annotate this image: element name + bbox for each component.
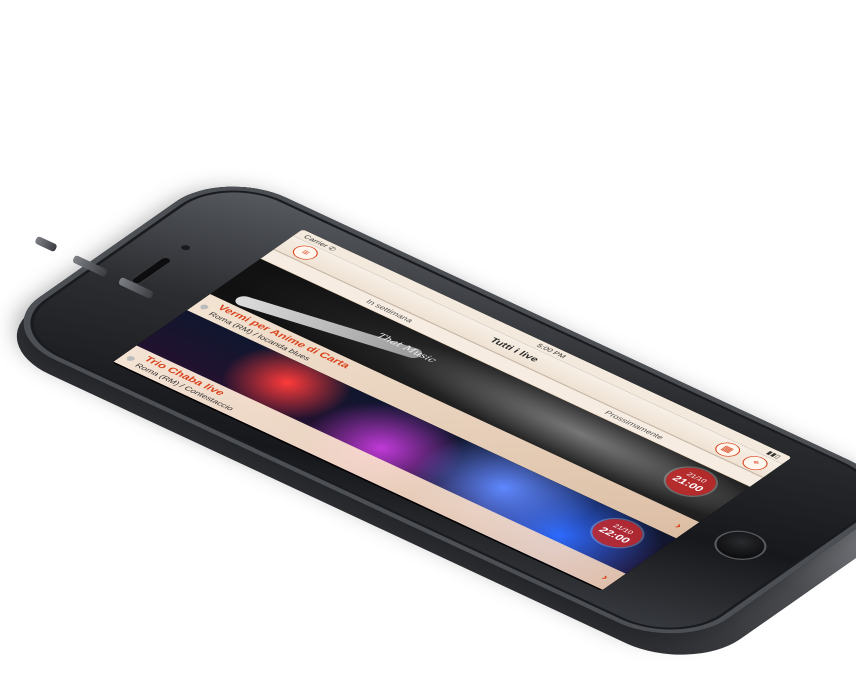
earpiece-speaker	[129, 256, 174, 286]
product-photo: Carrier ✆ 5:00 PM ▮▮▯ ≡ Tutti i live ▦ ⌖…	[0, 0, 856, 674]
pin-icon	[199, 304, 209, 310]
pin-icon	[126, 356, 136, 361]
chevron-right-icon[interactable]: ›	[598, 572, 613, 582]
mute-switch[interactable]	[34, 235, 58, 253]
phone-screen: Carrier ✆ 5:00 PM ▮▮▯ ≡ Tutti i live ▦ ⌖…	[111, 229, 793, 591]
front-camera	[179, 244, 192, 252]
chevron-right-icon[interactable]: ›	[672, 521, 687, 531]
home-button[interactable]	[703, 524, 777, 566]
